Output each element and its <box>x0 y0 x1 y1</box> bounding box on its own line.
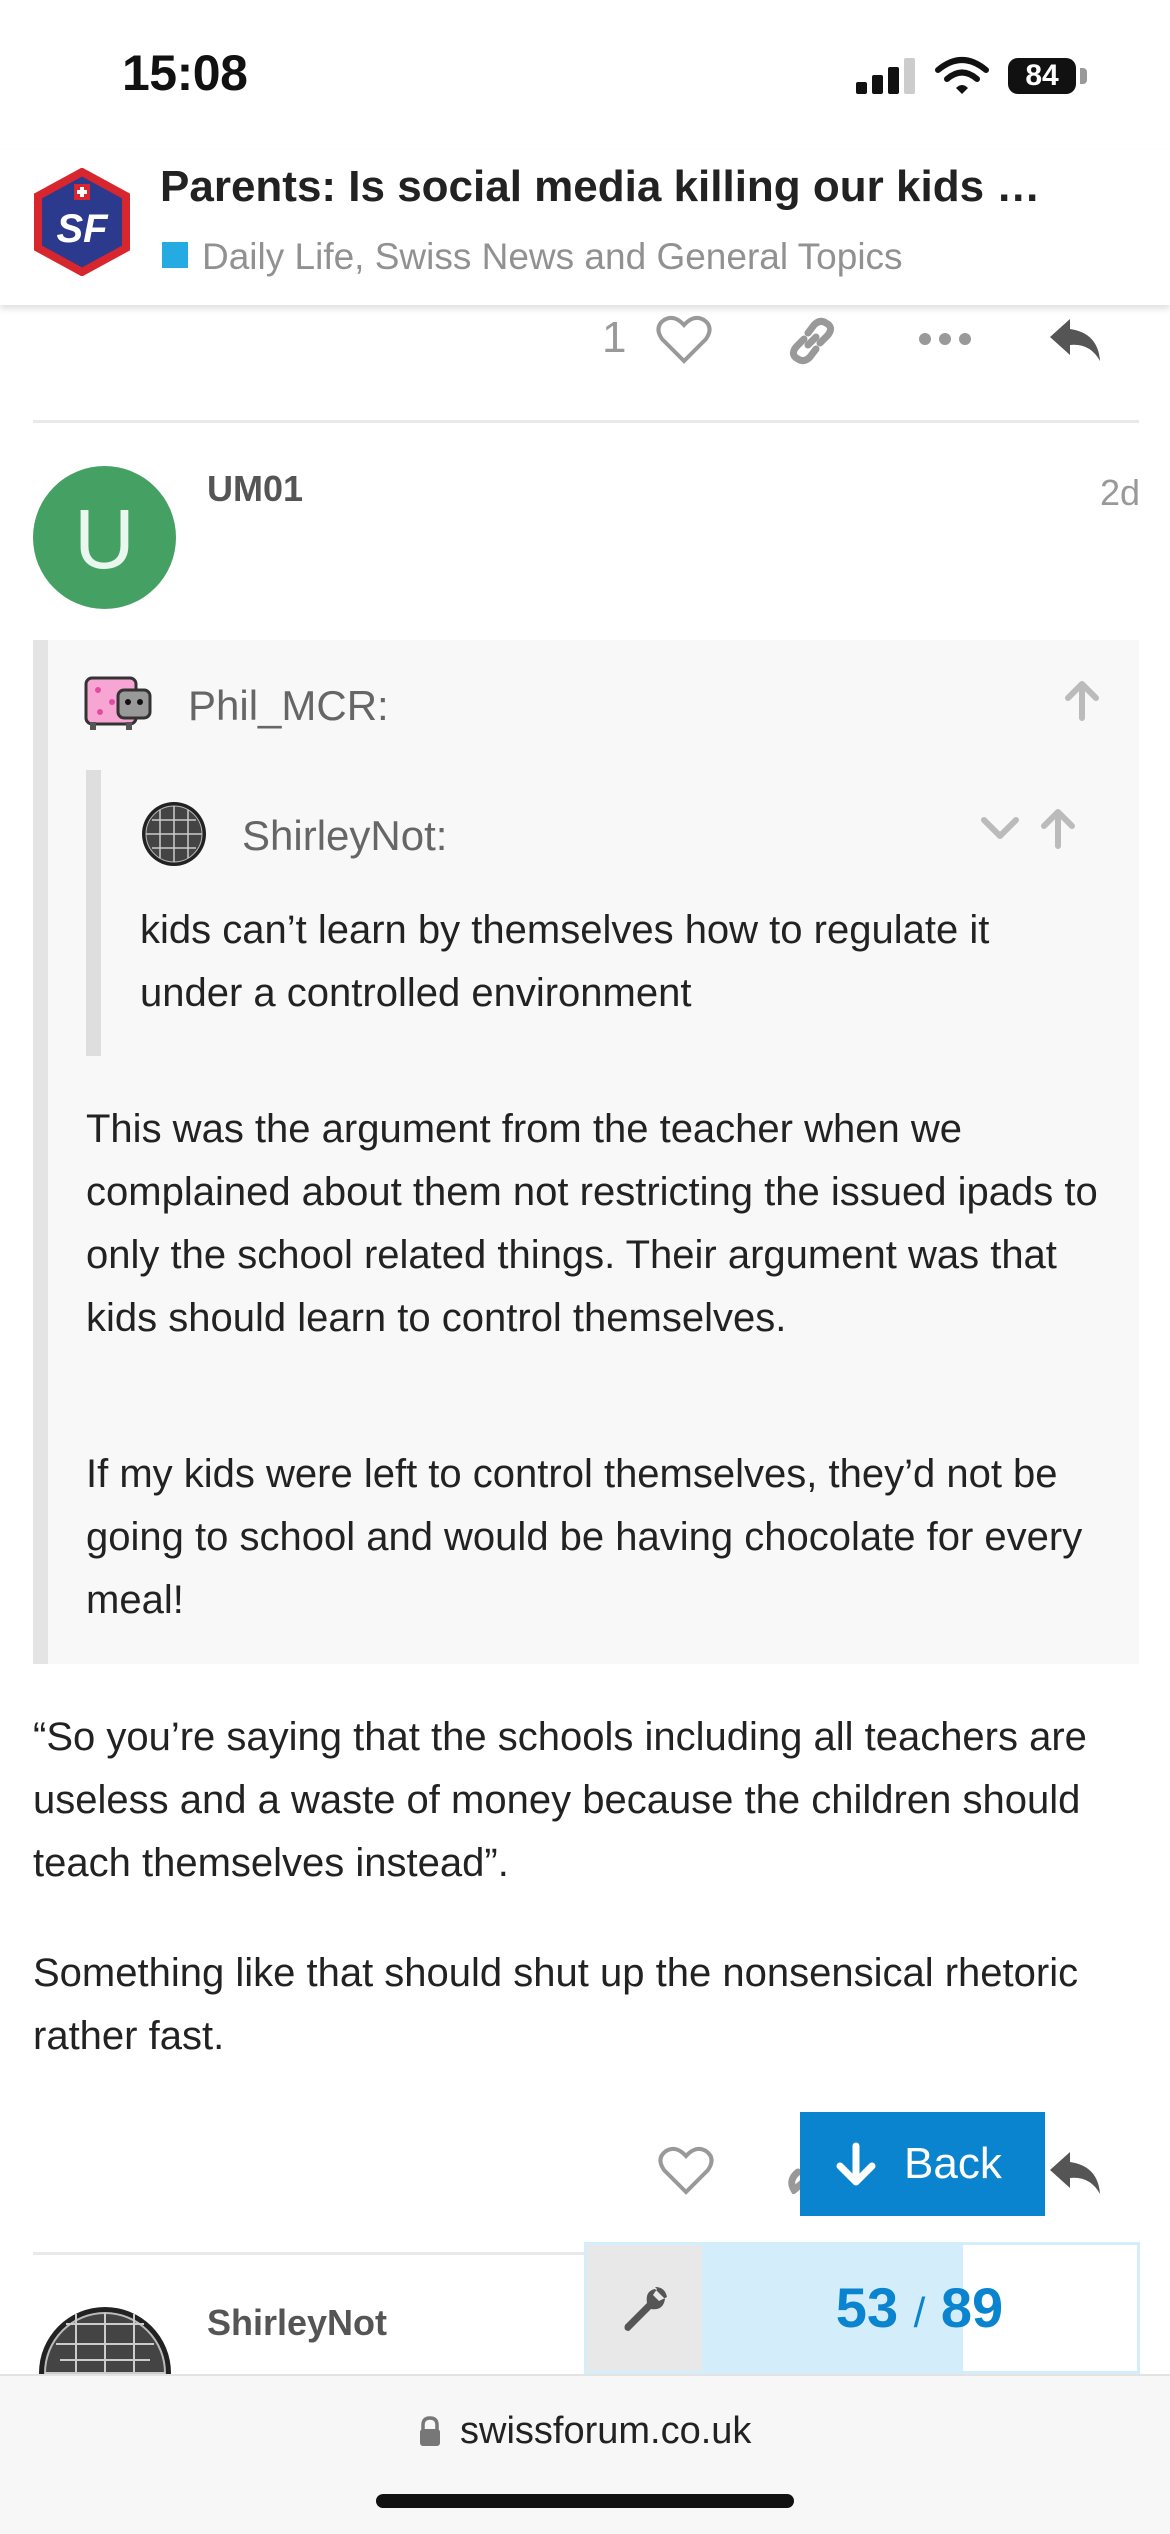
back-button-label: Back <box>904 2139 1002 2188</box>
category-link[interactable]: Daily Life, Swiss News and General Topic… <box>202 236 903 278</box>
battery-cap <box>1080 68 1087 84</box>
post-paragraph: Something like that should shut up the n… <box>33 1951 1079 2058</box>
progress-separator: / <box>913 2289 926 2336</box>
like-count[interactable]: 1 <box>602 313 626 363</box>
next-post-avatar[interactable] <box>36 2304 174 2384</box>
post-date[interactable]: 2d <box>1100 472 1140 514</box>
chevron-down-icon[interactable] <box>978 810 1022 846</box>
quote-paragraph: This was the argument from the teacher w… <box>86 1107 1098 1340</box>
reply-icon[interactable] <box>1046 2148 1104 2198</box>
prev-post-actions: 1 <box>0 305 1170 375</box>
nested-quote-author-avatar <box>142 802 206 866</box>
progress-total: 89 <box>940 2276 1004 2339</box>
nested-quote-text: kids can’t learn by themselves how to re… <box>140 908 990 1015</box>
arrow-up-icon[interactable] <box>1036 806 1080 850</box>
post-paragraph: “So you’re saying that the schools inclu… <box>33 1715 1087 1885</box>
battery-indicator: 84 <box>1008 58 1076 94</box>
lock-icon <box>420 2416 440 2446</box>
reply-icon[interactable] <box>1046 315 1104 365</box>
progress-label: 53 / 89 <box>702 2245 1137 2371</box>
arrow-up-icon[interactable] <box>1060 678 1104 722</box>
next-post-username[interactable]: ShirleyNot <box>207 2302 387 2344</box>
topic-progress[interactable]: 53 / 89 <box>584 2242 1140 2374</box>
wrench-icon <box>624 2287 667 2331</box>
browser-address-bar[interactable]: swissforum.co.uk <box>0 2374 1170 2534</box>
avatar[interactable]: U <box>33 466 176 609</box>
admin-tools-button[interactable] <box>587 2245 702 2371</box>
topic-title[interactable]: Parents: Is social media killing our kid… <box>160 162 1040 212</box>
topic-header: SF Parents: Is social media killing our … <box>0 150 1170 305</box>
back-button[interactable]: Back <box>800 2112 1045 2216</box>
progress-current: 53 <box>835 2276 899 2339</box>
category-color-badge <box>162 242 188 268</box>
nested-quote-author[interactable]: ShirleyNot: <box>242 812 447 860</box>
more-icon[interactable] <box>918 331 972 347</box>
heart-icon[interactable] <box>658 2146 714 2196</box>
arrow-down-icon <box>836 2142 876 2186</box>
heart-icon[interactable] <box>656 315 712 365</box>
quote-author[interactable]: Phil_MCR: <box>188 682 389 730</box>
post-username[interactable]: UM01 <box>207 468 303 510</box>
link-icon[interactable] <box>786 315 838 367</box>
home-indicator[interactable] <box>376 2494 794 2508</box>
quote-author-avatar <box>84 676 152 730</box>
cellular-signal-icon <box>856 58 916 94</box>
logo-text: SF <box>56 207 109 251</box>
url-text[interactable]: swissforum.co.uk <box>460 2410 751 2453</box>
post-divider <box>33 2252 593 2255</box>
status-time: 15:08 <box>122 45 248 101</box>
wifi-icon <box>935 57 989 94</box>
post-divider <box>33 420 1139 423</box>
site-logo[interactable]: SF <box>30 168 134 276</box>
quote-paragraph: If my kids were left to control themselv… <box>86 1452 1083 1622</box>
